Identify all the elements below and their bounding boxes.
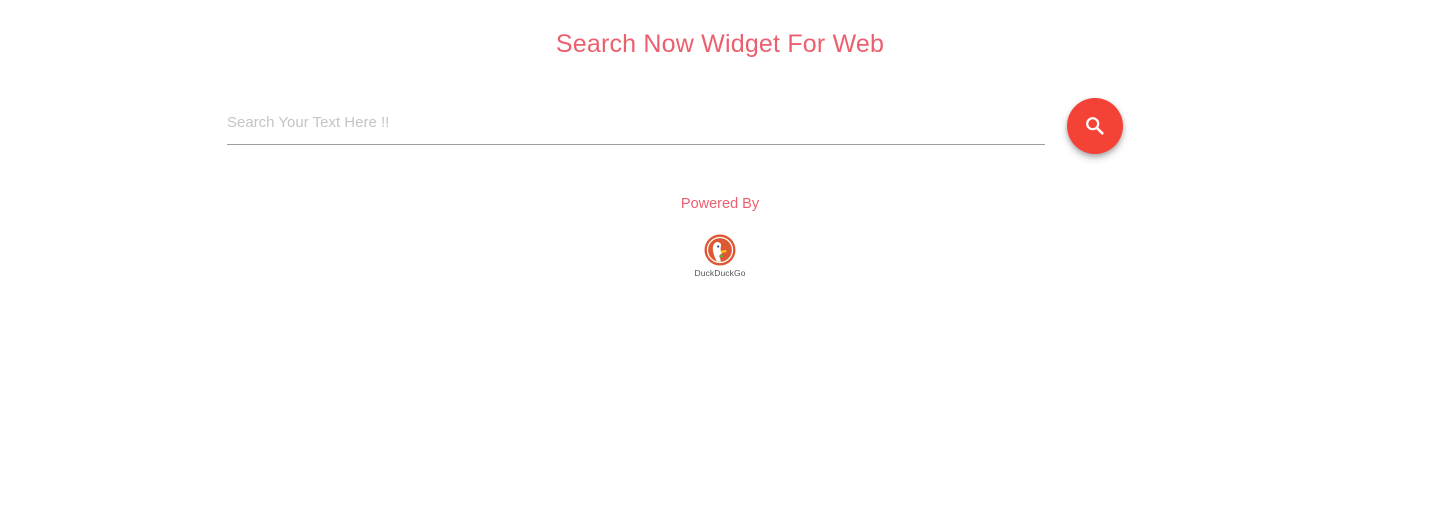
powered-by-label: Powered By [680,196,760,212]
page-title: Search Now Widget For Web [555,30,885,58]
search-icon [1084,115,1106,137]
search-widget-page: Search Now Widget For Web Powered By Duc… [0,0,1440,528]
duckduckgo-logo-link[interactable]: DuckDuckGo [690,234,750,280]
duckduckgo-logo-icon [704,234,736,266]
duckduckgo-wordmark: DuckDuckGo [694,268,746,278]
search-field [227,102,1045,145]
search-input[interactable] [227,108,1045,136]
search-button[interactable] [1067,98,1123,154]
